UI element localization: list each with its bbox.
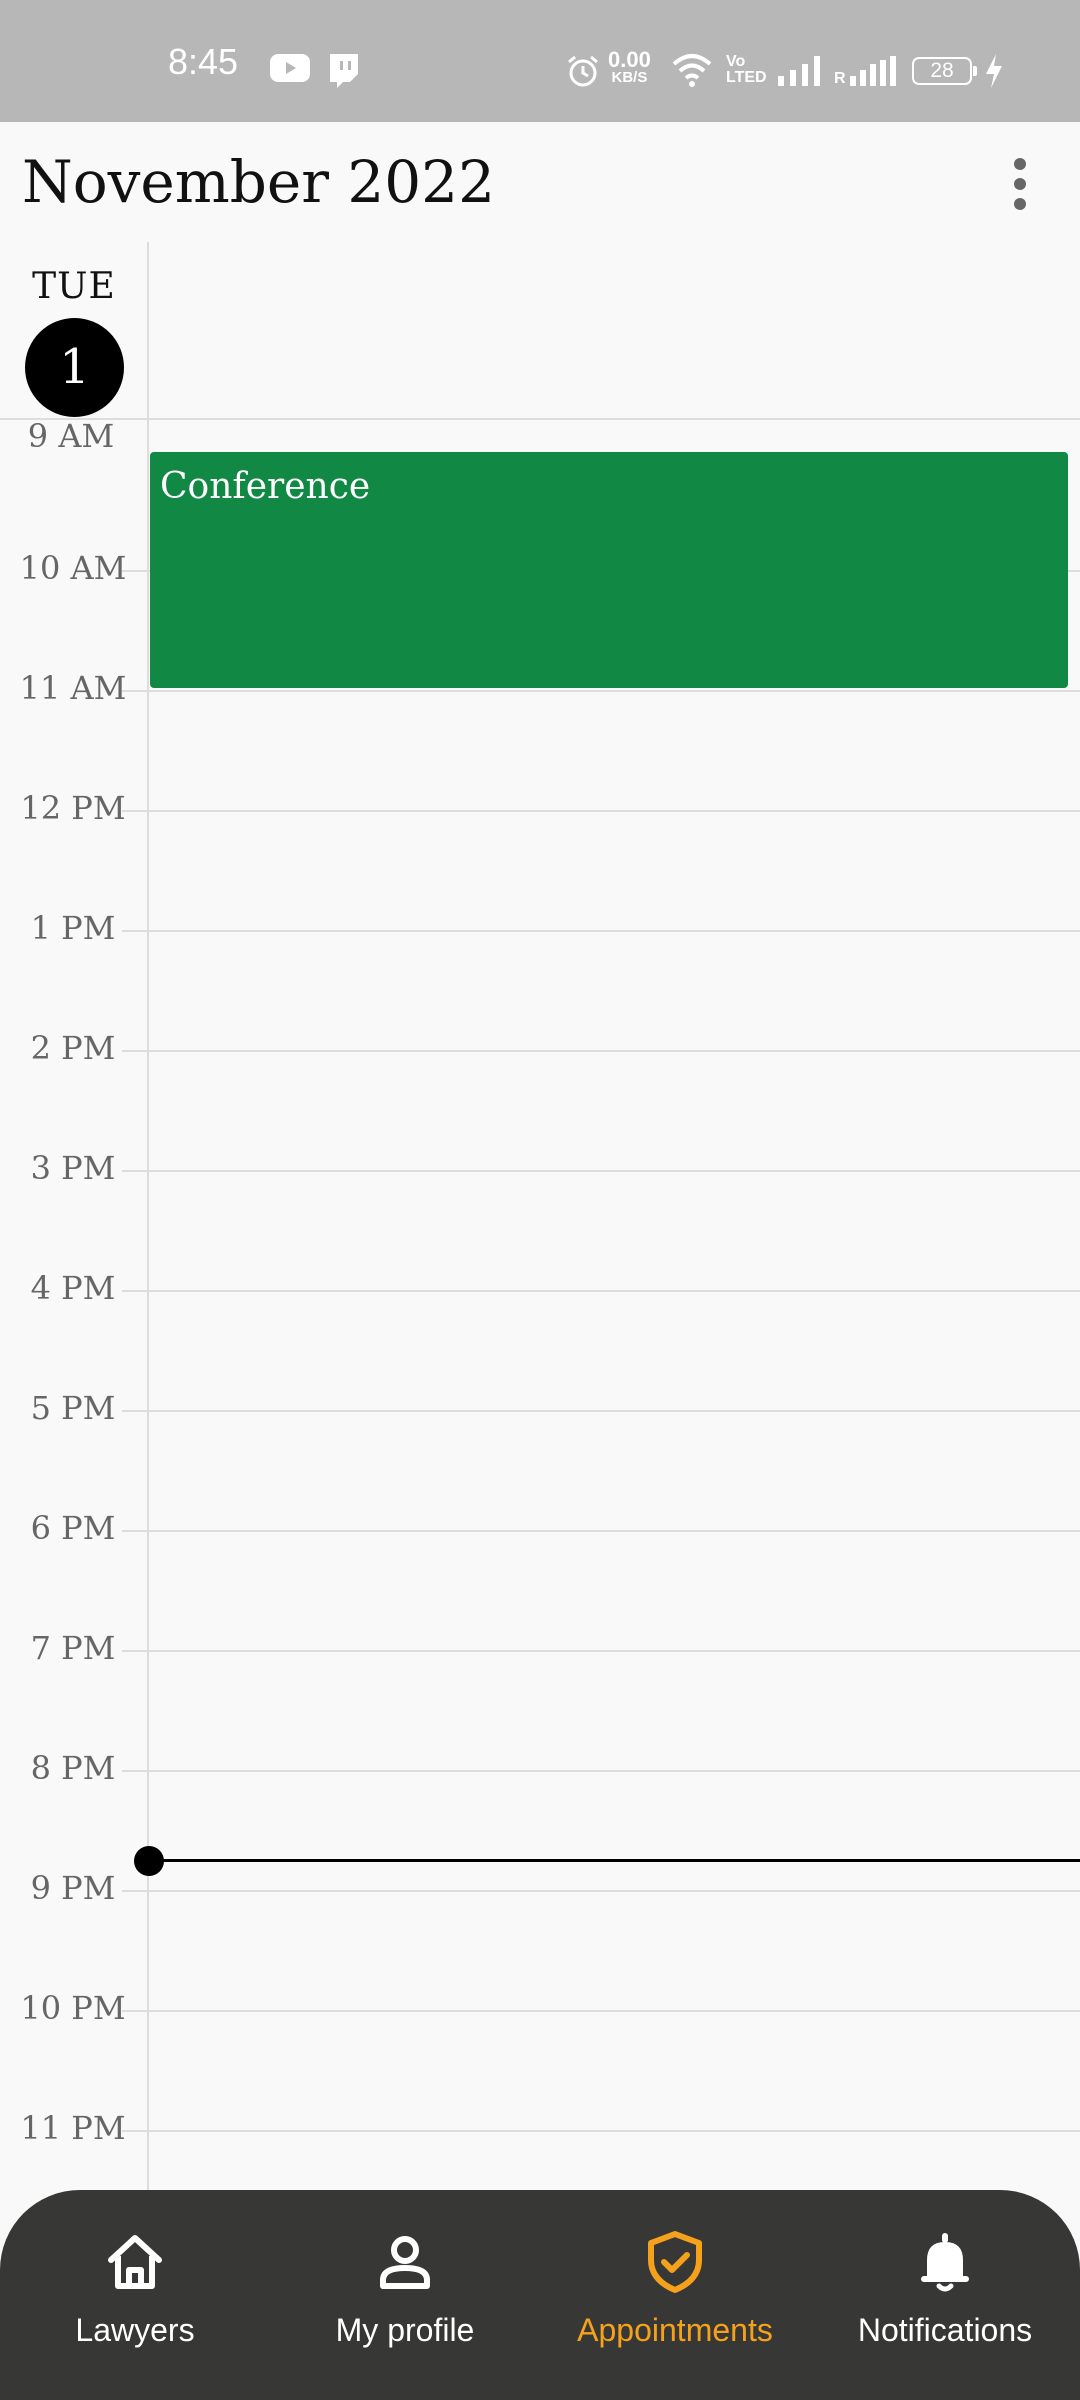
hour-gridline <box>122 1050 1080 1052</box>
hour-gridline <box>122 1530 1080 1532</box>
more-options-icon[interactable] <box>1000 152 1040 216</box>
hour-label: 2 PM <box>30 1029 116 1067</box>
roaming-indicator: R <box>834 70 846 87</box>
hour-row: 11 PM <box>0 2109 1080 2147</box>
nav-label: My profile <box>335 2312 475 2348</box>
hour-row: 10 PM <box>0 1989 1080 2027</box>
current-time-line <box>148 1859 1080 1862</box>
shield-check-icon <box>648 2231 702 2293</box>
hour-gridline <box>122 1290 1080 1292</box>
hour-label: 7 PM <box>30 1629 116 1667</box>
hour-row: 12 PM <box>0 789 1080 827</box>
hour-row: 6 PM <box>0 1509 1080 1547</box>
twitch-icon <box>330 54 358 88</box>
hour-row: 7 PM <box>0 1629 1080 1667</box>
hour-row: 8 PM <box>0 1749 1080 1787</box>
nav-label: Appointments <box>577 2312 773 2348</box>
volte-line-2: LTED <box>726 69 767 86</box>
signal-icon-sim2 <box>850 56 896 86</box>
event-conference[interactable]: Conference <box>150 452 1068 688</box>
hour-label: 9 AM <box>27 417 115 455</box>
hour-row: 9 PM <box>0 1869 1080 1907</box>
event-title: Conference <box>160 466 371 507</box>
hour-gridline <box>122 1650 1080 1652</box>
hour-label: 11 PM <box>20 2109 126 2147</box>
hour-gridline <box>122 2130 1080 2132</box>
hour-label: 10 AM <box>19 549 127 587</box>
hour-row: 9 AM <box>0 417 1080 455</box>
hour-label: 6 PM <box>30 1509 116 1547</box>
status-bar: 8:45 0.00 KB/S Vo LTED R 28 <box>0 0 1080 122</box>
day-header: TUE 1 <box>0 242 1080 420</box>
charging-icon <box>986 54 1002 88</box>
volte-indicator: Vo LTED <box>726 54 767 86</box>
bell-icon <box>921 2233 969 2292</box>
hour-label: 12 PM <box>20 789 126 827</box>
nav-item-lawyers[interactable]: Lawyers <box>0 2230 270 2370</box>
hour-label: 4 PM <box>30 1269 116 1307</box>
bottom-navigation: Lawyers My profile Appointments Notifica… <box>0 2190 1080 2400</box>
hour-label: 11 AM <box>19 669 127 707</box>
hour-label: 5 PM <box>30 1389 116 1427</box>
month-title[interactable]: November 2022 <box>22 148 495 218</box>
hour-label: 10 PM <box>20 1989 126 2027</box>
hour-row: 1 PM <box>0 909 1080 947</box>
hour-gridline <box>122 930 1080 932</box>
current-time-dot <box>134 1846 164 1876</box>
hour-gridline <box>122 1170 1080 1172</box>
hour-gridline <box>122 1410 1080 1412</box>
nav-item-appointments[interactable]: Appointments <box>540 2230 810 2370</box>
hour-row: 2 PM <box>0 1029 1080 1067</box>
hour-gridline <box>122 2010 1080 2012</box>
hour-gridline <box>122 1770 1080 1772</box>
hour-gridline <box>122 1890 1080 1892</box>
hour-row: 11 AM <box>0 669 1080 707</box>
nav-item-notifications[interactable]: Notifications <box>810 2230 1080 2370</box>
youtube-icon <box>270 54 310 82</box>
hour-row: 3 PM <box>0 1149 1080 1187</box>
hour-row: 5 PM <box>0 1389 1080 1427</box>
volte-line-1: Vo <box>726 53 746 70</box>
hour-gridline <box>122 690 1080 692</box>
nav-label: Lawyers <box>75 2312 195 2348</box>
signal-icon-sim1 <box>778 56 820 86</box>
nav-item-my-profile[interactable]: My profile <box>270 2230 540 2370</box>
nav-label: Notifications <box>857 2312 1033 2348</box>
hour-label: 8 PM <box>30 1749 116 1787</box>
hour-gridline <box>122 810 1080 812</box>
person-icon <box>380 2236 430 2289</box>
app-header: November 2022 <box>0 122 1080 242</box>
alarm-icon <box>568 55 598 87</box>
day-number-badge[interactable]: 1 <box>25 318 124 417</box>
wifi-icon <box>672 54 712 87</box>
hour-label: 1 PM <box>30 909 116 947</box>
hour-label: 9 PM <box>30 1869 116 1907</box>
hour-row: 4 PM <box>0 1269 1080 1307</box>
network-speed-unit: KB/S <box>611 69 648 86</box>
hour-label: 3 PM <box>30 1149 116 1187</box>
home-icon <box>108 2235 162 2289</box>
battery-indicator: 28 <box>912 57 977 85</box>
day-name: TUE <box>32 266 116 307</box>
network-speed: 0.00 KB/S <box>608 49 651 86</box>
status-time: 8:45 <box>168 41 239 82</box>
